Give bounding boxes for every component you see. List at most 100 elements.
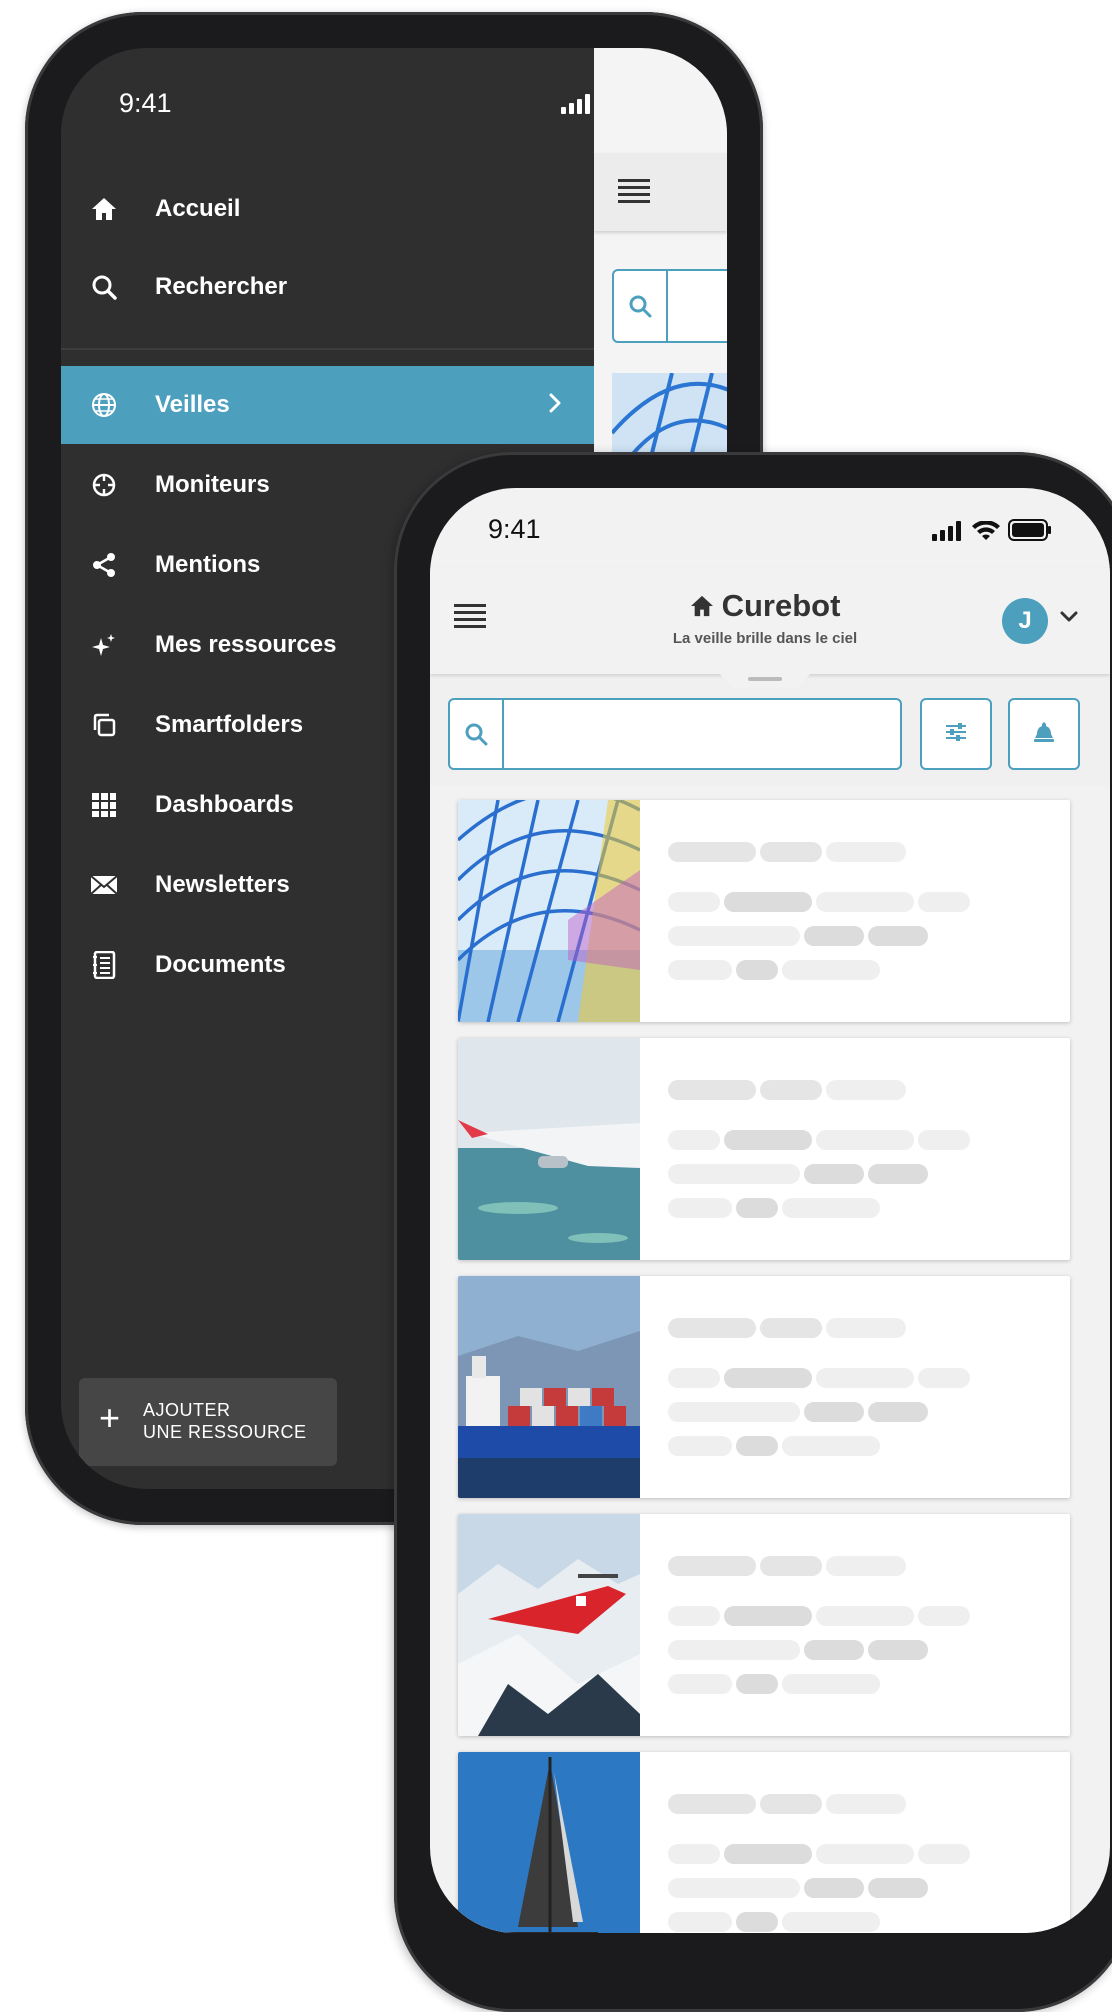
chevron-right-icon xyxy=(548,393,562,418)
skeleton-text-placeholder xyxy=(668,1436,732,1456)
skeleton-text-placeholder xyxy=(668,1080,756,1100)
skeleton-text-placeholder xyxy=(724,1368,812,1388)
skeleton-text-placeholder xyxy=(668,960,732,980)
hamburger-menu-icon[interactable] xyxy=(618,179,650,210)
skeleton-text-placeholder xyxy=(760,1318,822,1338)
skeleton-text-placeholder xyxy=(868,1402,928,1422)
menu-item-label: Smartfolders xyxy=(155,711,304,738)
skeleton-text-placeholder xyxy=(868,1164,928,1184)
skeleton-text-placeholder xyxy=(760,842,822,862)
menu-item-label: Mentions xyxy=(155,551,261,578)
skeleton-text-placeholder xyxy=(724,1844,812,1864)
add-resource-button[interactable]: + AJOUTER UNE RESSOURCE xyxy=(79,1378,337,1466)
skeleton-text-placeholder xyxy=(668,1912,732,1932)
search-input[interactable] xyxy=(508,710,892,758)
skeleton-text-placeholder xyxy=(826,1556,906,1576)
skeleton-text-placeholder xyxy=(782,1198,880,1218)
skeleton-text-placeholder xyxy=(668,926,800,946)
article-card[interactable] xyxy=(458,1038,1070,1260)
article-image xyxy=(458,1276,640,1498)
article-card[interactable] xyxy=(458,800,1070,1022)
skeleton-text-placeholder xyxy=(668,892,720,912)
brand-tagline: La veille brille dans le ciel xyxy=(672,630,858,647)
brand-name: Curebot xyxy=(690,588,841,624)
menu-item-accueil[interactable]: Accueil xyxy=(61,170,594,248)
article-card[interactable] xyxy=(458,1276,1070,1498)
article-image xyxy=(458,1038,640,1260)
sparkles-icon xyxy=(89,630,119,660)
article-image xyxy=(458,1514,640,1736)
top-bar xyxy=(594,153,727,231)
skeleton-text-placeholder xyxy=(736,1674,778,1694)
skeleton-text-placeholder xyxy=(918,1844,970,1864)
battery-icon xyxy=(1008,519,1051,541)
skeleton-text-placeholder xyxy=(918,892,970,912)
status-bar: 9:41 xyxy=(430,488,1110,568)
sliders-icon xyxy=(944,722,968,747)
skeleton-text-placeholder xyxy=(668,1164,800,1184)
brand: Curebot La veille brille dans le ciel xyxy=(430,588,1100,647)
search-input-box[interactable] xyxy=(448,698,902,770)
brand-title: Curebot xyxy=(721,588,841,623)
skeleton-text-placeholder xyxy=(826,1080,906,1100)
wifi-icon xyxy=(972,521,1000,540)
skeleton-text-placeholder xyxy=(724,1130,812,1150)
skeleton-text-placeholder xyxy=(668,1794,756,1814)
skeleton-text-placeholder xyxy=(760,1080,822,1100)
skeleton-text-placeholder xyxy=(736,1198,778,1218)
skeleton-text-placeholder xyxy=(826,1794,906,1814)
search-icon xyxy=(89,272,119,302)
skeleton-text-placeholder xyxy=(668,1402,800,1422)
skeleton-text-placeholder xyxy=(816,1130,914,1150)
skeleton-text-placeholder xyxy=(782,960,880,980)
skeleton-text-placeholder xyxy=(760,1794,822,1814)
search-box[interactable] xyxy=(612,269,727,343)
skeleton-text-placeholder xyxy=(724,892,812,912)
bell-icon xyxy=(1034,721,1054,748)
menu-item-label: Accueil xyxy=(155,195,241,222)
skeleton-text-placeholder xyxy=(918,1130,970,1150)
skeleton-text-placeholder xyxy=(668,1606,720,1626)
skeleton-text-placeholder xyxy=(816,892,914,912)
menu-item-label: Rechercher xyxy=(155,273,288,300)
skeleton-text-placeholder xyxy=(816,1844,914,1864)
menu-item-label: Moniteurs xyxy=(155,471,270,498)
add-resource-label-line1: AJOUTER xyxy=(143,1400,231,1420)
skeleton-text-placeholder xyxy=(804,1164,864,1184)
menu-divider xyxy=(61,348,594,350)
avatar[interactable]: J xyxy=(1002,598,1048,644)
feed-screen: 9:41 Curebot La veille brille dans le ci… xyxy=(430,488,1110,1933)
status-time: 9:41 xyxy=(488,514,541,544)
app-header: Curebot La veille brille dans le ciel J xyxy=(430,568,1110,674)
menu-item-rechercher[interactable]: Rechercher xyxy=(61,248,594,326)
status-time: 9:41 xyxy=(119,88,172,118)
chevron-down-icon[interactable] xyxy=(1060,610,1078,628)
skeleton-text-placeholder xyxy=(782,1912,880,1932)
menu-item-veilles[interactable]: Veilles xyxy=(61,366,594,444)
grid-icon xyxy=(89,790,119,820)
notebook-icon xyxy=(89,950,119,980)
menu-item-label: Documents xyxy=(155,951,286,978)
home-icon xyxy=(690,595,713,617)
skeleton-text-placeholder xyxy=(918,1606,970,1626)
share-icon xyxy=(89,550,119,580)
signal-icon xyxy=(932,521,961,541)
signal-icon xyxy=(561,94,590,114)
notifications-button[interactable] xyxy=(1008,698,1080,770)
article-card[interactable] xyxy=(458,1752,1070,1933)
skeleton-text-placeholder xyxy=(816,1606,914,1626)
copy-icon xyxy=(89,710,119,740)
article-image xyxy=(458,1752,640,1933)
skeleton-text-placeholder xyxy=(782,1436,880,1456)
add-resource-label-line2: UNE RESSOURCE xyxy=(143,1422,307,1442)
skeleton-text-placeholder xyxy=(668,1130,720,1150)
menu-item-label: Veilles xyxy=(155,391,230,418)
skeleton-text-placeholder xyxy=(668,1198,732,1218)
globe-icon xyxy=(89,390,119,420)
skeleton-text-placeholder xyxy=(668,1318,756,1338)
pull-tab-handle[interactable] xyxy=(720,674,810,690)
skeleton-text-placeholder xyxy=(918,1368,970,1388)
article-card[interactable] xyxy=(458,1514,1070,1736)
search-icon xyxy=(614,271,668,341)
filter-button[interactable] xyxy=(920,698,992,770)
